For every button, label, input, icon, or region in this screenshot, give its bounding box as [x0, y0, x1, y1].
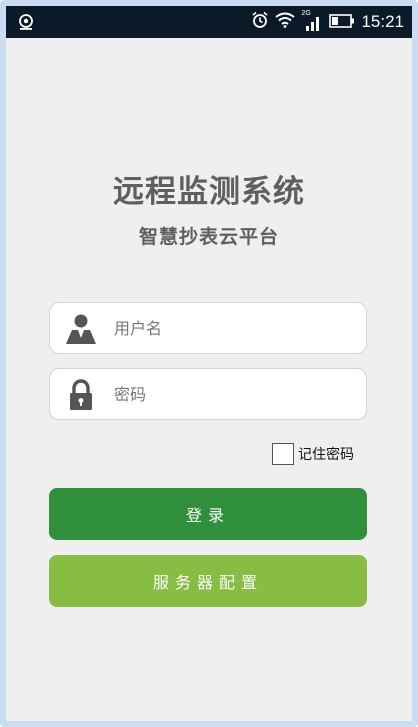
server-config-button[interactable]: 服务器配置: [49, 555, 367, 607]
app-subtitle: 智慧抄表云平台: [138, 226, 279, 248]
status-time: 15:21: [361, 12, 404, 31]
password-input[interactable]: [114, 377, 354, 411]
status-bar: 2G 15:21: [6, 6, 412, 38]
battery-icon: [329, 13, 355, 32]
username-field[interactable]: [49, 302, 367, 354]
signal-icon: 2G: [301, 10, 323, 32]
alarm-icon: [251, 11, 269, 33]
login-screen: 远程监测系统 智慧抄表云平台 记住密码 登录 服务器配置: [6, 38, 412, 721]
password-field[interactable]: [49, 368, 367, 420]
app-title: 远程监测系统: [113, 174, 305, 210]
notification-icon: [16, 12, 36, 32]
lock-icon: [64, 379, 98, 411]
login-button[interactable]: 登录: [49, 488, 367, 540]
username-input[interactable]: [114, 311, 354, 345]
remember-password-option[interactable]: 记住密码: [272, 443, 354, 465]
user-icon: [64, 313, 98, 345]
remember-password-checkbox[interactable]: [272, 443, 294, 465]
remember-password-label: 记住密码: [298, 447, 354, 463]
wifi-icon: [275, 12, 296, 32]
